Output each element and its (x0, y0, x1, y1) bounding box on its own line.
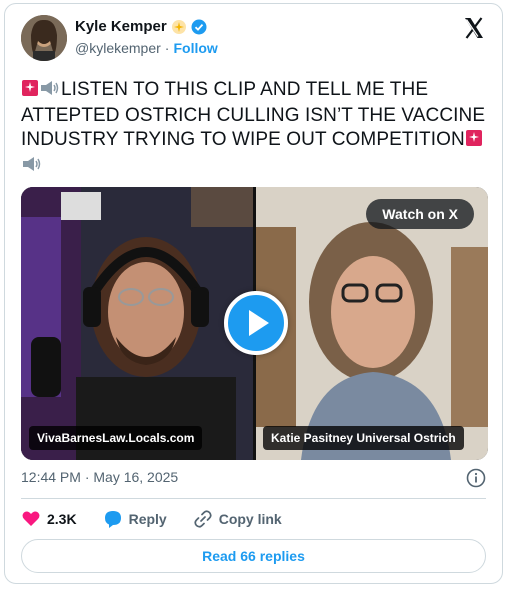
reply-label: Reply (128, 511, 167, 527)
reply-button[interactable]: Reply (103, 509, 167, 529)
like-button[interactable]: 2.3K (21, 509, 77, 529)
play-button[interactable] (224, 291, 288, 355)
author-name[interactable]: Kyle Kemper (75, 18, 167, 35)
divider (21, 498, 486, 499)
copy-link-button[interactable]: Copy link (193, 509, 282, 529)
sparkle-icon (171, 19, 187, 35)
siren-emoji-icon (465, 129, 483, 154)
verified-badge-icon (191, 19, 207, 35)
separator-dot: · (164, 40, 170, 56)
info-icon[interactable] (466, 468, 486, 488)
tweet-text: LISTEN TO THIS CLIP AND TELL ME THE ATTE… (21, 79, 486, 150)
tweet-timestamp[interactable]: 12:44 PM · May 16, 2025 (21, 469, 178, 485)
video-player[interactable]: Watch on X VivaBarnesLaw.Locals.com Kati… (21, 187, 488, 460)
right-video-caption: Katie Pasitney Universal Ostrich (263, 426, 464, 450)
copy-link-label: Copy link (218, 511, 282, 527)
reply-bubble-icon (104, 511, 121, 528)
watch-on-x-button[interactable]: Watch on X (366, 199, 474, 229)
follow-button[interactable]: Follow (173, 40, 217, 56)
read-replies-button[interactable]: Read 66 replies (21, 539, 486, 573)
author-handle[interactable]: @kylekemper (75, 40, 161, 56)
heart-icon (22, 511, 40, 526)
handle-row: @kylekemper · Follow (75, 40, 218, 56)
tweet-card: Kyle Kemper @kylekemper · Follow LISTEN … (4, 3, 503, 584)
play-icon (249, 310, 269, 336)
siren-emoji-icon (21, 79, 39, 104)
left-video-caption: VivaBarnesLaw.Locals.com (29, 426, 203, 450)
link-icon (194, 510, 212, 528)
speaker-emoji-icon (39, 79, 61, 104)
author-name-row: Kyle Kemper (75, 18, 207, 35)
action-bar: 2.3K Reply Copy link (21, 509, 282, 529)
avatar[interactable] (21, 15, 67, 61)
x-logo-icon[interactable] (462, 16, 486, 40)
speaker-emoji-icon (21, 155, 43, 180)
tweet-text-block: LISTEN TO THIS CLIP AND TELL ME THE ATTE… (21, 78, 491, 180)
like-count: 2.3K (47, 511, 77, 527)
